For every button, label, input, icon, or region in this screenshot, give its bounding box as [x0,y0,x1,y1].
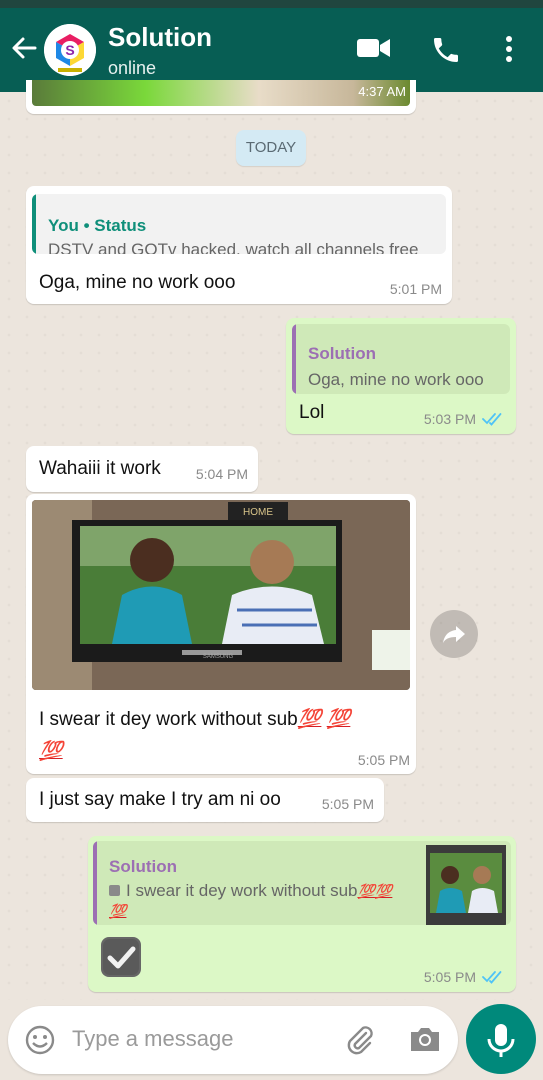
quote-image-thumbnail [426,845,506,925]
chat-title[interactable]: Solution [108,22,212,53]
quote-text: I swear it dey work without sub💯💯 💯 [109,881,393,919]
check-mark-emoji-icon [101,937,141,977]
back-arrow-icon[interactable] [10,34,38,62]
microphone-icon [487,1024,515,1057]
message-text: Lol [299,402,325,423]
quote-text: Oga, mine no work ooo [308,370,484,389]
hundred-points-emoji: 💯 [109,903,127,919]
quoted-message[interactable]: Solution Oga, mine no work ooo [292,324,510,394]
media-time: 4:37 AM [358,84,406,99]
image-thumbnail[interactable]: HOME SAMSUNG [32,500,410,690]
message-bubble[interactable]: I just say make I try am ni oo 5:05 PM [26,778,384,822]
avatar[interactable]: S [44,24,96,76]
svg-text:S: S [65,42,74,58]
attach-icon[interactable] [344,1024,376,1056]
date-chip: TODAY [236,130,306,166]
hundred-points-emoji: 💯 [39,741,63,762]
quote-text: DSTV and GOTv hacked. watch all channels… [48,240,419,254]
quoted-message[interactable]: Solution I swear it dey work without sub… [93,841,511,925]
message-composer[interactable]: Type a message [8,1006,458,1074]
message-text: Wahaiii it work [39,458,161,479]
quoted-status[interactable]: You • Status DSTV and GOTv hacked. watch… [32,194,446,254]
presence-status: online [108,58,157,78]
message-bubble[interactable]: Solution Oga, mine no work ooo Lol 5:03 … [286,318,516,434]
message-time: 5:05 PM [357,752,410,768]
forward-icon [443,626,465,643]
quote-author: You • Status [48,216,147,235]
svg-text:HOME: HOME [243,507,273,518]
forward-button[interactable] [430,610,478,658]
message-bubble[interactable]: Wahaiii it work 5:04 PM [26,446,258,492]
media-thumbnail[interactable] [32,80,410,106]
image-caption: I swear it dey work without sub💯 💯 💯 [39,709,351,762]
message-time: 5:03 PM [423,411,476,427]
photo-icon [109,885,120,896]
avatar-logo-icon: S [44,24,96,76]
voice-record-button[interactable] [466,1004,536,1074]
status-bar [0,0,543,8]
message-text: I just say make I try am ni oo [39,789,281,810]
hundred-points-emoji: 💯 [326,709,351,730]
message-bubble[interactable]: Solution I swear it dey work without sub… [88,836,516,992]
svg-text:SAMSUNG: SAMSUNG [203,654,234,660]
message-bubble[interactable]: You • Status DSTV and GOTv hacked. watch… [26,186,452,304]
emoji-icon[interactable] [24,1024,56,1056]
message-text: Oga, mine no work ooo [39,272,236,293]
voice-call-icon[interactable] [430,34,462,66]
image-message-bubble[interactable]: HOME SAMSUNG I swear it dey work without… [26,494,416,774]
media-message-partial[interactable]: 4:37 AM [26,80,416,114]
camera-icon[interactable] [408,1024,442,1054]
hundred-points-emoji: 💯 [357,883,375,899]
quote-author: Solution [308,344,376,363]
video-call-icon[interactable] [356,34,392,62]
message-time: 5:05 PM [321,796,374,812]
more-options-icon[interactable] [502,34,516,64]
message-input[interactable]: Type a message [72,1026,233,1052]
hundred-points-emoji: 💯 [297,709,322,730]
message-time: 5:04 PM [195,466,248,482]
read-receipt-icon [482,413,502,426]
hundred-points-emoji: 💯 [374,883,393,899]
message-time: 5:05 PM [423,969,476,985]
quote-author: Solution [109,857,177,876]
read-receipt-icon [482,971,502,984]
message-time: 5:01 PM [389,281,442,297]
